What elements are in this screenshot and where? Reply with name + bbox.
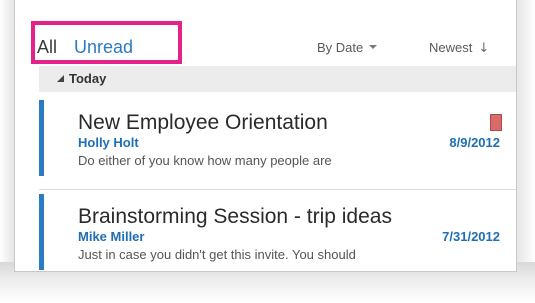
message-preview: Just in case you didn't get this invite.…: [78, 247, 356, 262]
message-subject: Brainstorming Session - trip ideas: [78, 205, 392, 228]
unread-indicator-bar: [39, 100, 44, 176]
panel-shadow-left: [0, 0, 14, 303]
list-item[interactable]: Brainstorming Session - trip ideas Mike …: [39, 190, 516, 271]
message-sender: Mike Miller: [78, 229, 145, 244]
filter-all-tab[interactable]: All: [37, 36, 57, 58]
filter-unread-tab[interactable]: Unread: [74, 36, 133, 58]
message-date: 7/31/2012: [442, 229, 500, 244]
message-list-panel: All Unread By Date Newest ↓ Today New Emp…: [14, 0, 517, 272]
arrow-down-icon: ↓: [478, 41, 490, 56]
collapse-triangle-icon[interactable]: [57, 75, 64, 82]
sort-order-toggle[interactable]: Newest ↓: [429, 40, 489, 57]
chevron-down-icon: [369, 45, 378, 49]
panel-shadow-right: [517, 0, 535, 303]
message-sender: Holly Holt: [78, 135, 139, 150]
list-item[interactable]: New Employee Orientation Holly Holt 8/9/…: [39, 96, 516, 180]
group-header-label: Today: [69, 71, 107, 86]
sort-order-label: Newest: [429, 40, 473, 55]
message-date: 8/9/2012: [449, 135, 500, 150]
unread-indicator-bar: [39, 194, 44, 270]
sort-by-date-dropdown[interactable]: By Date: [317, 40, 378, 56]
message-preview: Do either of you know how many people ar…: [78, 153, 332, 168]
sort-by-label: By Date: [317, 40, 364, 55]
flag-icon[interactable]: [490, 114, 502, 131]
message-subject: New Employee Orientation: [78, 111, 328, 134]
group-header-today[interactable]: Today: [39, 66, 516, 92]
